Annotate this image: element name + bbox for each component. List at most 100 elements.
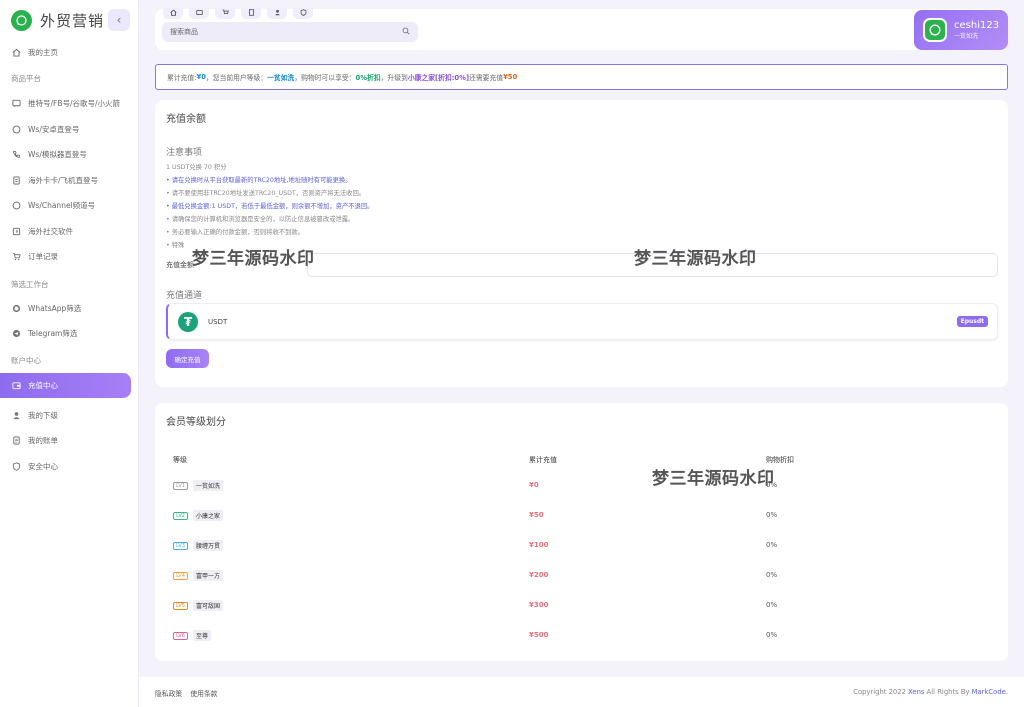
- level-amount: ¥500: [529, 631, 549, 639]
- sidebar-item-whatsapp-filter[interactable]: WhatsApp筛选: [0, 296, 131, 321]
- whatsapp-logo-icon: [11, 9, 32, 31]
- search-placeholder: 搜索商品: [170, 28, 198, 36]
- sidebar-item-label: 充值中心: [28, 381, 58, 390]
- level-badge: LV5: [173, 601, 188, 610]
- sidebar-item-telegram-filter[interactable]: Telegram筛选: [0, 321, 131, 346]
- sidebar-item-security[interactable]: 安全中心: [0, 454, 131, 479]
- search-icon[interactable]: [402, 27, 410, 37]
- notice-text: 累计充值:: [167, 74, 197, 82]
- chevron-left-icon: ‹: [116, 13, 122, 27]
- sidebar-item-label: 推特号/FB号/谷歌号/小火箭: [28, 99, 121, 108]
- whatsapp-icon: [11, 304, 21, 314]
- top-header: 搜索商品 ceshi123 一贫如洗: [155, 8, 1008, 50]
- notice-next-level: 小康之家[折扣:0%]: [407, 74, 470, 82]
- level-name: 一贫如洗: [193, 480, 224, 491]
- rule-item: • 最低兑换金额:1 USDT，若低于最低金额，则余额不增加，资产不退回。: [166, 203, 374, 210]
- levels-card: 会员等级划分 等级 累计充值 购物折扣 LV1 一贫如洗 ¥0 0% LV2 小康之…: [155, 403, 1008, 661]
- search-input[interactable]: 搜索商品: [162, 22, 418, 42]
- sidebar-item-ws-android[interactable]: Ws/安卓直登号: [0, 117, 131, 142]
- sidebar-item-ws-channel[interactable]: Ws/Channel频道号: [0, 193, 131, 218]
- sidebar-item-recharge[interactable]: 充值中心: [0, 373, 131, 398]
- notes-title: 注意事项: [166, 148, 203, 158]
- notice-text: 还需要充值: [469, 74, 504, 82]
- level-name: 小康之家: [193, 510, 224, 521]
- tab-bill[interactable]: [241, 8, 261, 19]
- level-discount: 0%: [766, 511, 778, 519]
- tab-shield[interactable]: [293, 8, 313, 19]
- user-icon: [274, 9, 281, 18]
- sidebar-item-label: 海外卡卡/飞机直登号: [28, 176, 99, 185]
- shield-icon: [11, 462, 21, 472]
- chat-icon: [11, 99, 21, 109]
- rule-item: • 特殊: [166, 242, 185, 249]
- recharge-notice: 累计充值: ¥0 ，您当前用户等级： 一贫如洗 ，购物时可以享受： 0%折扣 ，…: [155, 64, 1008, 90]
- sidebar-item-social-accounts[interactable]: 推特号/FB号/谷歌号/小火箭: [0, 91, 131, 116]
- sidebar-item-subordinates[interactable]: 我的下级: [0, 403, 131, 428]
- tab-wallet[interactable]: [189, 8, 209, 19]
- tab-user[interactable]: [267, 8, 287, 19]
- tab-cart[interactable]: [215, 8, 235, 19]
- sidebar-item-label: 我的下级: [28, 411, 58, 420]
- footer: 隐私政策 使用条款 Copyright 2022 Xens All Rights…: [139, 677, 1024, 707]
- level-amount: ¥300: [529, 601, 549, 609]
- copyright-text: Copyright 2022: [853, 688, 906, 696]
- sidebar-item-label: Ws/安卓直登号: [28, 125, 80, 134]
- watermark: 梦三年源码水印: [634, 249, 757, 269]
- card-title: 充值余额: [166, 114, 206, 125]
- exchange-rate: 1 USDT兑换 70 积分: [166, 164, 227, 171]
- sidebar-item-label: 订单记录: [28, 252, 58, 261]
- level-name: 富甲一方: [193, 570, 224, 581]
- footer-links: 隐私政策 使用条款: [155, 688, 224, 698]
- sidebar-item-ws-emulator[interactable]: Ws/模拟器直登号: [0, 142, 131, 167]
- sidebar-item-label: 我的主页: [28, 48, 58, 57]
- sidebar-item-bills[interactable]: 我的账单: [0, 428, 131, 453]
- notice-text: ，升级到: [380, 74, 408, 82]
- bill-icon: [248, 9, 255, 18]
- shield-icon: [300, 9, 307, 18]
- brand-link[interactable]: Xens: [908, 688, 924, 696]
- brand-name: 外贸营销: [40, 11, 105, 30]
- terms-link[interactable]: 使用条款: [190, 690, 217, 698]
- level-badge: LV1: [173, 481, 188, 490]
- section-account: 账户中心: [11, 356, 41, 365]
- cart-icon: [11, 252, 21, 262]
- level-amount: ¥200: [529, 571, 549, 579]
- sidebar-item-orders[interactable]: 订单记录: [0, 244, 131, 269]
- user-menu[interactable]: ceshi123 一贫如洗: [914, 10, 1008, 50]
- channel-name: USDT: [208, 317, 228, 326]
- copyright: Copyright 2022 Xens All Rights By MarkCo…: [853, 688, 1008, 696]
- sidebar-item-label: Ws/模拟器直登号: [28, 150, 87, 159]
- wallet-icon: [195, 9, 203, 18]
- sidebar-item-label: Telegram筛选: [28, 329, 78, 338]
- privacy-link[interactable]: 隐私政策: [155, 690, 182, 698]
- collapse-sidebar-button[interactable]: ‹: [108, 9, 130, 31]
- level-discount: 0%: [766, 571, 778, 579]
- table-row: LV2 小康之家 ¥50 0%: [155, 501, 1008, 531]
- level-name: 富可敌国: [193, 600, 224, 611]
- sidebar-item-label: 海外社交软件: [28, 227, 73, 236]
- sidebar-item-social-software[interactable]: 海外社交软件: [0, 219, 131, 244]
- home-icon: [11, 48, 21, 58]
- level-name: 至尊: [193, 630, 212, 641]
- level-badge: LV6: [173, 631, 188, 640]
- notice-text: ，购物时可以享受：: [294, 74, 356, 82]
- confirm-recharge-button[interactable]: 确定充值: [166, 349, 209, 368]
- level-badge: LV3: [173, 541, 188, 550]
- channel-badge: Epusdt: [956, 316, 988, 327]
- channel-title: 充值通道: [166, 291, 203, 301]
- sidebar-item-overseas-card[interactable]: 海外卡卡/飞机直登号: [0, 168, 131, 193]
- author-link[interactable]: MarkCode.: [972, 688, 1008, 696]
- telegram-icon: [11, 329, 21, 339]
- user-icon: [11, 411, 21, 421]
- payment-channel-usdt[interactable]: ₮ USDT Epusdt: [166, 303, 998, 340]
- copyright-text: All Rights By: [926, 688, 970, 696]
- tab-home[interactable]: [163, 8, 183, 19]
- sidebar-item-home[interactable]: 我的主页: [0, 40, 131, 65]
- quick-tabs: [163, 8, 313, 19]
- user-level: 一贫如洗: [954, 33, 979, 40]
- user-info: ceshi123 一贫如洗: [954, 20, 999, 40]
- column-header: 等级: [173, 456, 187, 464]
- section-products: 商品平台: [11, 74, 41, 83]
- level-discount: 0%: [766, 631, 778, 639]
- sidebar-item-label: 安全中心: [28, 462, 58, 471]
